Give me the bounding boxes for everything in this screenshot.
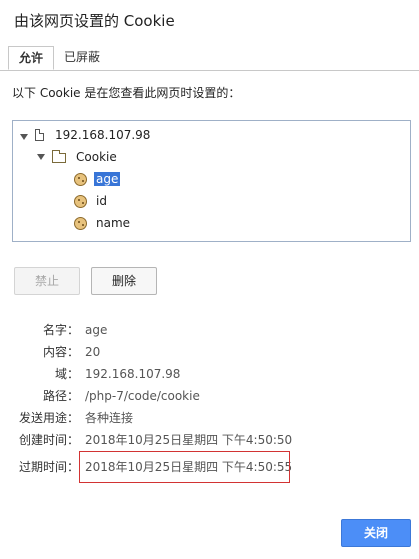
detail-label: 内容： bbox=[42, 345, 79, 359]
tree-twisty-folder[interactable] bbox=[37, 154, 45, 160]
detail-row-path: 路径： /php-7/code/cookie bbox=[0, 387, 419, 405]
detail-row-domain: 域： 192.168.107.98 bbox=[0, 365, 419, 383]
cookie-icon bbox=[74, 217, 87, 230]
tab-blocked[interactable]: 已屏蔽 bbox=[54, 46, 110, 69]
tree-node-cookie-name[interactable]: name bbox=[96, 214, 130, 232]
cookie-tree[interactable]: 192.168.107.98 Cookie age id name bbox=[12, 120, 411, 242]
tab-allowed[interactable]: 允许 bbox=[8, 46, 55, 70]
block-button[interactable]: 禁止 bbox=[14, 267, 80, 295]
file-icon bbox=[35, 129, 44, 141]
detail-label: 域： bbox=[54, 367, 79, 381]
detail-label: 名字： bbox=[42, 323, 79, 337]
tree-twisty-host[interactable] bbox=[20, 134, 28, 140]
expiry-highlight-box bbox=[79, 451, 290, 483]
tab-bar: 允许 已屏蔽 bbox=[0, 46, 419, 71]
detail-label: 过期时间： bbox=[18, 460, 79, 474]
detail-label: 发送用途： bbox=[18, 411, 79, 425]
folder-icon bbox=[52, 150, 66, 163]
tree-node-cookie-id[interactable]: id bbox=[96, 192, 107, 210]
detail-label: 创建时间： bbox=[18, 433, 79, 447]
cookie-icon bbox=[74, 195, 87, 208]
tree-node-host[interactable]: 192.168.107.98 bbox=[55, 126, 150, 144]
intro-text: 以下 Cookie 是在您查看此网页时设置的： bbox=[12, 86, 241, 100]
detail-row-name: 名字： age bbox=[0, 321, 419, 339]
cookie-icon bbox=[74, 173, 87, 186]
dialog-title: 由该网页设置的 Cookie bbox=[14, 12, 175, 30]
detail-value: /php-7/code/cookie bbox=[85, 389, 200, 403]
detail-label: 路径： bbox=[42, 389, 79, 403]
detail-value: 192.168.107.98 bbox=[85, 367, 181, 381]
detail-value: age bbox=[85, 323, 108, 337]
tree-node-folder[interactable]: Cookie bbox=[76, 148, 117, 166]
delete-button[interactable]: 删除 bbox=[91, 267, 157, 295]
close-button[interactable]: 关闭 bbox=[341, 519, 411, 547]
detail-row-created: 创建时间： 2018年10月25日星期四 下午4:50:50 bbox=[0, 431, 419, 449]
detail-row-send-for: 发送用途： 各种连接 bbox=[0, 409, 419, 427]
detail-value: 20 bbox=[85, 345, 101, 359]
detail-row-content: 内容： 20 bbox=[0, 343, 419, 361]
detail-value: 各种连接 bbox=[85, 411, 134, 425]
tree-node-cookie-age[interactable]: age bbox=[94, 170, 121, 188]
detail-value: 2018年10月25日星期四 下午4:50:50 bbox=[85, 433, 293, 447]
cookie-name-label: age bbox=[94, 172, 121, 186]
